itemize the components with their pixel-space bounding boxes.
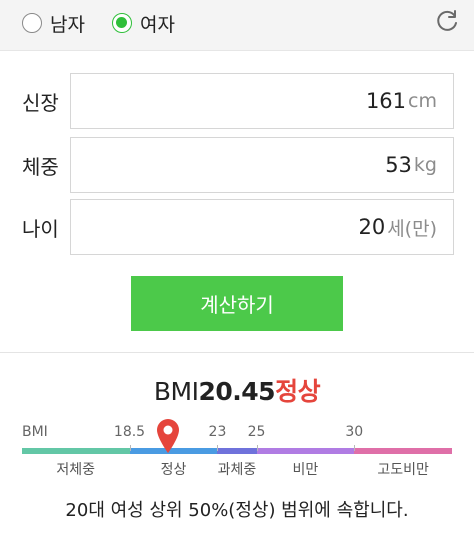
scale-category-label: 저체중 (56, 462, 96, 478)
age-label: 나이 (22, 217, 59, 241)
height-value: 161 (365, 89, 407, 113)
weight-input[interactable]: 53 kg (70, 137, 454, 193)
refresh-icon[interactable] (434, 9, 460, 35)
radio-selected-dot (116, 17, 127, 28)
bmi-value: 20.45 (198, 377, 276, 406)
weight-value: 53 (385, 153, 412, 177)
bmi-status: 정상 (275, 377, 321, 406)
height-unit: cm (408, 90, 437, 112)
bmi-marker-icon (156, 419, 179, 453)
scale-tick-label: 30 (345, 424, 364, 440)
age-input[interactable]: 20 세(만) (70, 199, 454, 255)
radio-circle (112, 13, 132, 33)
scale-segment (22, 448, 130, 454)
weight-unit: kg (413, 154, 437, 176)
section-divider (0, 352, 474, 353)
scale-segment (217, 448, 257, 454)
scale-tick-label: 23 (208, 424, 227, 440)
scale-tick-label: 18.5 (113, 424, 146, 440)
scale-tick (354, 445, 356, 451)
scale-tick-label: 25 (247, 424, 266, 440)
age-row: 나이 20 세(만) (0, 199, 474, 255)
weight-label: 체중 (22, 155, 59, 179)
height-label: 신장 (22, 91, 59, 115)
gender-radio-male[interactable]: 남자 (22, 8, 85, 38)
scale-tick (217, 445, 219, 451)
calculate-button[interactable]: 계산하기 (131, 276, 343, 331)
gender-radio-female[interactable]: 여자 (112, 8, 175, 38)
height-row: 신장 161 cm (0, 73, 474, 129)
gender-label-female: 여자 (140, 13, 175, 36)
result-summary: 20대 여성 상위 50%(정상) 범위에 속합니다. (65, 500, 409, 521)
gender-bar: 남자 여자 (0, 0, 474, 51)
scale-tick (129, 445, 131, 451)
radio-circle (22, 13, 42, 33)
scale-tick (256, 445, 258, 451)
scale-category-label: 고도비만 (377, 462, 429, 478)
bmi-scale: BMI 저체중 정상 과체중 비만 고도비만 18.5 23 25 30 (22, 418, 452, 478)
scale-segment (256, 448, 355, 454)
scale-category-label: 비만 (292, 462, 319, 478)
gender-label-male: 남자 (50, 13, 85, 36)
scale-segment (354, 448, 452, 454)
scale-start-label: BMI (22, 424, 48, 440)
bmi-label: BMI (153, 377, 199, 406)
age-unit: 세(만) (387, 217, 437, 240)
bmi-result-title: BMI20.45정상 (0, 372, 474, 408)
weight-row: 체중 53 kg (0, 137, 474, 193)
height-input[interactable]: 161 cm (70, 73, 454, 129)
age-value: 20 (358, 215, 386, 239)
